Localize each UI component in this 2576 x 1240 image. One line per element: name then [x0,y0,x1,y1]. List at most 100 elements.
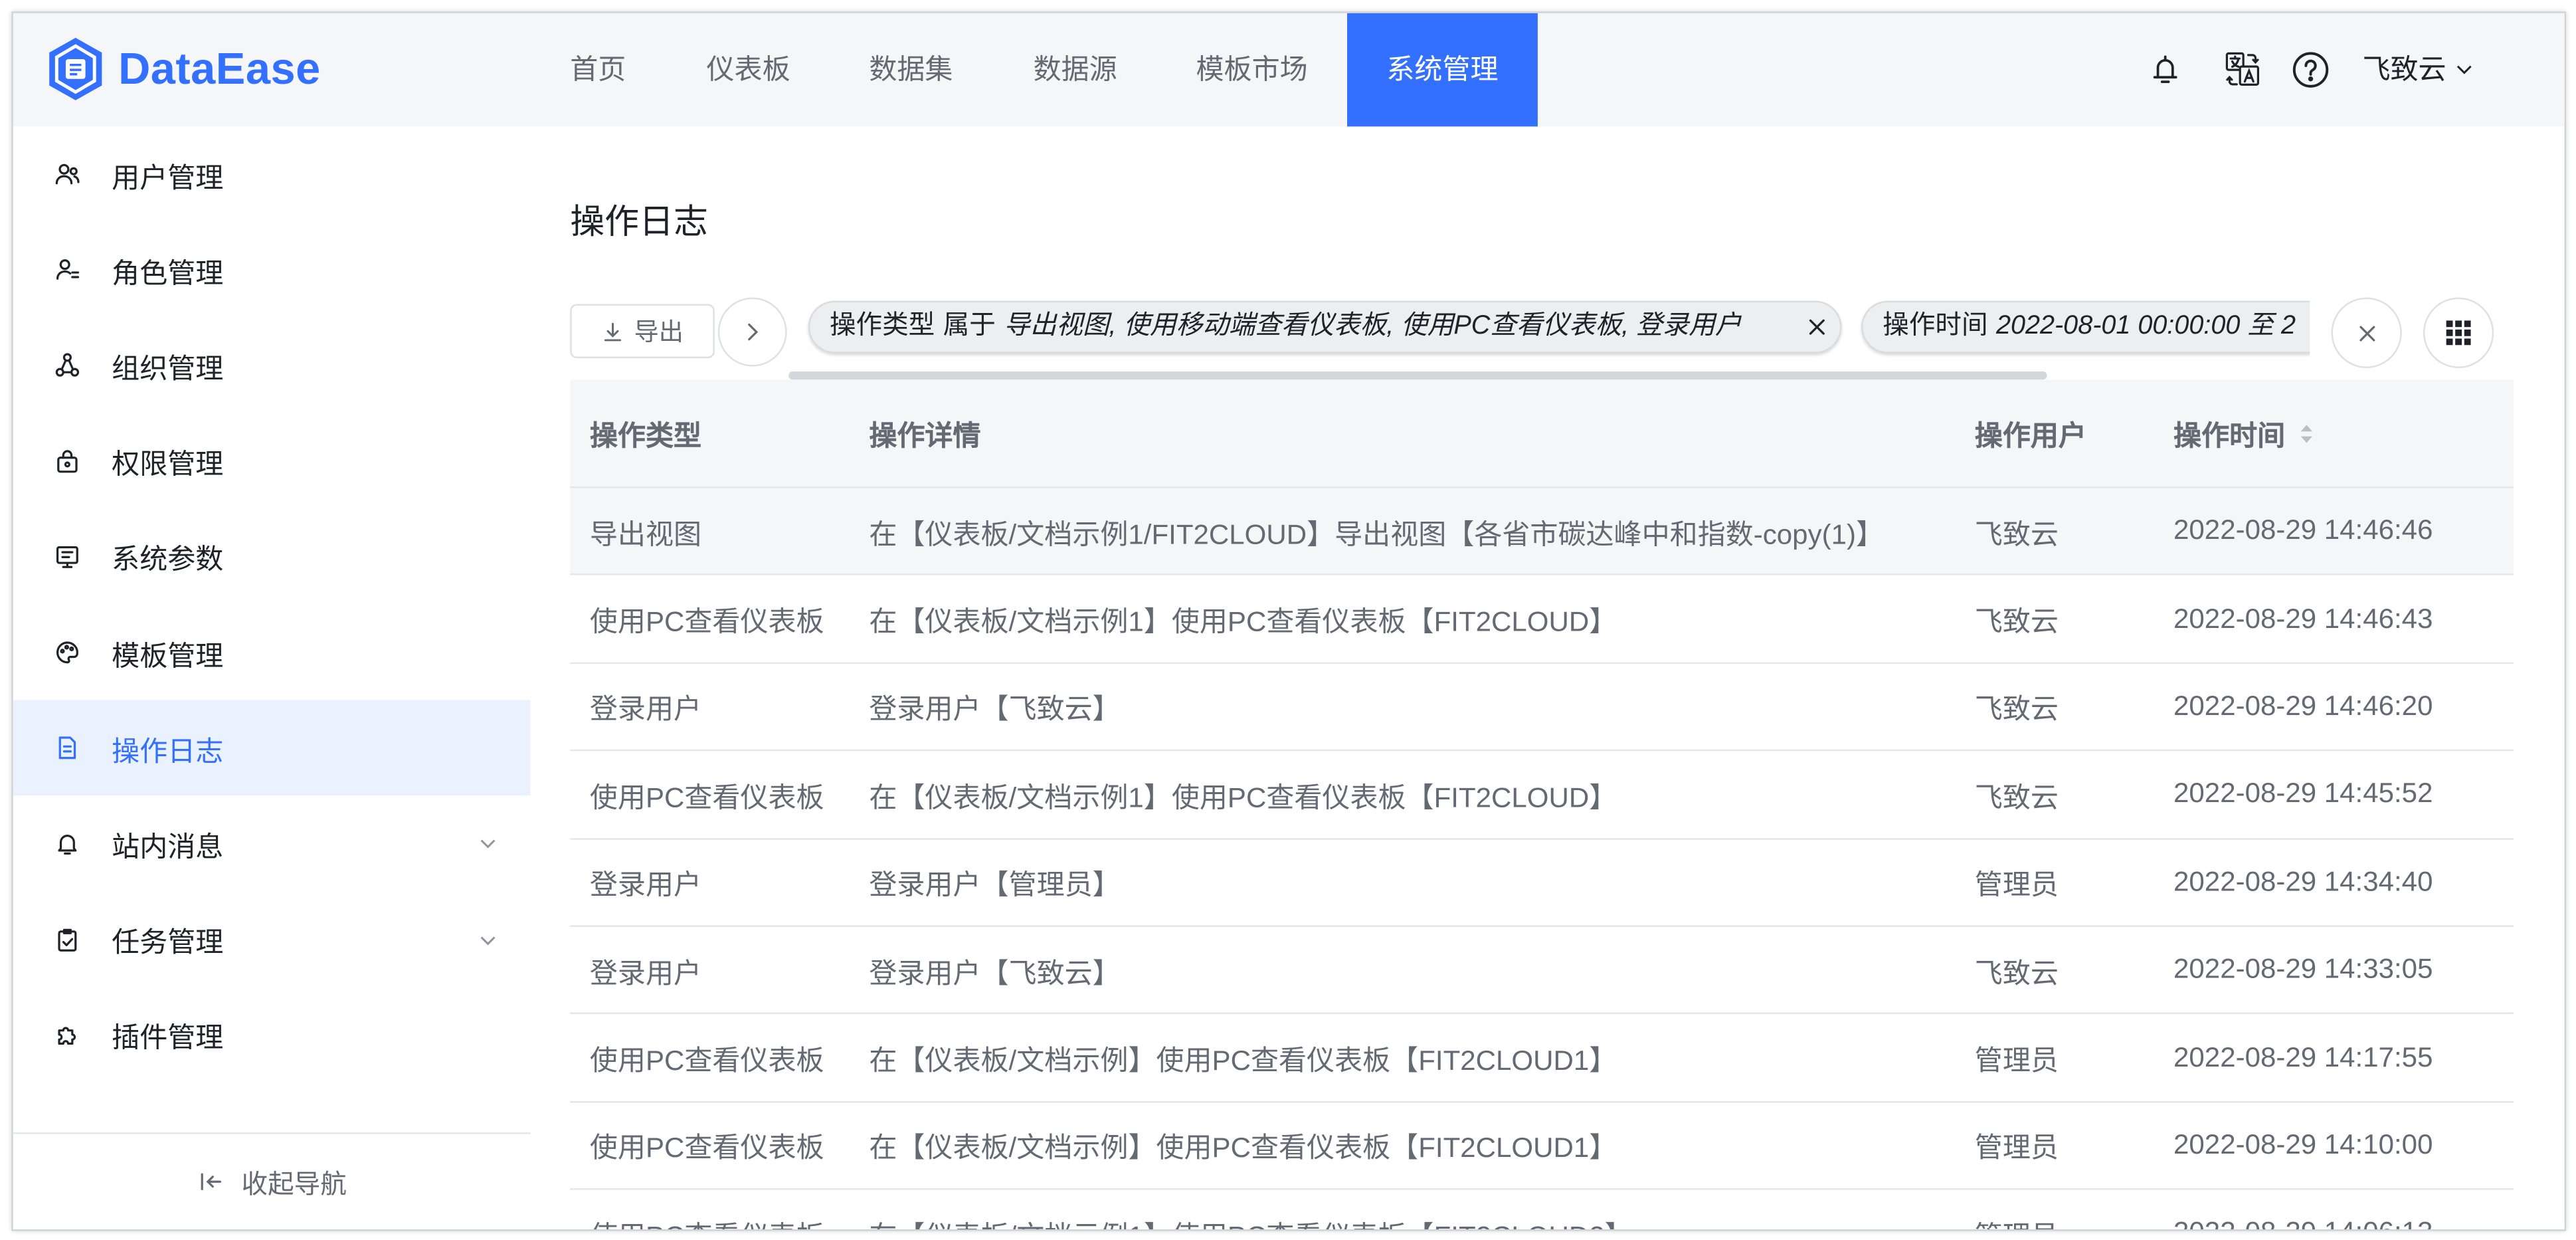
sidebar-item-plugin-management[interactable]: 插件管理 [13,987,531,1083]
sidebar-item-template-management[interactable]: 模板管理 [13,605,531,700]
column-header-user: 操作用户 [1974,421,2086,453]
cell-user: 管理员 [1974,1045,2059,1077]
table-row[interactable]: 导出视图 在【仪表板/文档示例1/FIT2CLOUD】导出视图【各省市碳达峰中和… [570,488,2514,576]
permission-icon-graphic [57,449,78,472]
sidebar-item-task-management[interactable]: 任务管理 [13,892,531,987]
sidebar-item-operation-log[interactable]: 操作日志 [13,700,531,796]
sidebar-item-permission-management[interactable]: 权限管理 [13,413,531,509]
table-row[interactable]: 使用PC查看仪表板 在【仪表板/文档示例】使用PC查看仪表板【FIT2CLOUD… [570,1014,2514,1102]
cell-user: 管理员 [1974,869,2059,901]
column-header-time-label: 操作时间 [2173,421,2286,453]
sidebar-item-user-management[interactable]: 用户管理 [13,126,531,222]
export-button[interactable]: 导出 [570,304,715,359]
cell-type: 使用PC查看仪表板 [589,1045,824,1077]
filter-scrollbar[interactable] [788,371,2047,380]
sidebar-item-label: 插件管理 [112,1023,224,1055]
sidebar-item-label: 模板管理 [112,640,224,672]
filter-chips: 操作类型 属于 导出视图, 使用移动端查看仪表板, 使用PC查看仪表板, 登录用户 … [788,296,2310,381]
sidebar-item-messages[interactable]: 站内消息 [13,796,531,892]
notification-icon[interactable] [2149,52,2181,85]
sort-icon-graphic [2300,424,2313,443]
cell-time: 2022-08-29 14:06:13 [2154,1190,2514,1229]
help-icon[interactable] [2292,51,2330,89]
column-header-detail: 操作详情 [869,421,981,453]
users-icon-graphic [55,163,80,185]
sidebar-item-system-params[interactable]: 系统参数 [13,509,531,605]
translate-icon[interactable] [2225,51,2260,87]
filter-field: 操作类型 [829,312,935,340]
sidebar-item-org-management[interactable]: 组织管理 [13,318,531,413]
cell-detail: 登录用户【管理员】 [869,869,1121,901]
filter-field: 操作时间 [1883,312,1988,340]
column-header-time[interactable]: 操作时间 [2154,379,2514,486]
cell-detail: 在【仪表板/文档示例1/FIT2CLOUD】导出视图【各省市碳达峰中和指数-co… [869,518,1885,550]
role-icon [54,257,81,284]
filter-chip-operation-time[interactable]: 操作时间 2022-08-01 00:00:00 至 2 [1861,300,2310,354]
message-icon [54,831,81,857]
collapse-arrow-icon [197,1168,224,1195]
nav-item-home[interactable]: 首页 [570,13,626,127]
cell-user: 飞致云 [1974,694,2059,726]
cell-user: 飞致云 [1974,606,2059,638]
cell-user: 飞致云 [1974,957,2059,989]
table-row[interactable]: 使用PC查看仪表板 在【仪表板/文档示例1】使用PC查看仪表板【FIT2CLOU… [570,575,2514,664]
task-icon [54,926,81,953]
cell-time: 2022-08-29 14:10:00 [2173,1128,2433,1160]
org-icon-graphic [55,354,80,377]
cell-detail: 登录用户【飞致云】 [869,957,1121,989]
close-icon [2359,325,2375,341]
notification-icon-graphic [2153,55,2177,84]
log-icon [54,735,81,762]
sidebar-item-label: 操作日志 [112,736,224,768]
main-content: 操作日志 导出 操作类型 属于 导出视图, 使用移动端查看仪表板, 使用PC查看仪表… [530,126,2565,1229]
sidebar: 用户管理 角色管理 组织管理 权限管理 系统参数 模板管理 操作日志 站内消息 … [13,126,531,1229]
nav-item-system-management[interactable]: 系统管理 [1347,13,1538,127]
sidebar-item-label: 角色管理 [112,257,224,289]
cell-user: 管理员 [1955,1190,2154,1229]
operation-log-table: 操作类型 操作详情 操作用户 操作时间 导出视图 在【仪表板/文档示例1/FIT… [570,379,2514,1229]
dataease-logo-icon [46,36,105,102]
cell-type: 登录用户 [589,869,702,901]
nav-item-template-market[interactable]: 模板市场 [1196,13,1307,127]
cell-detail: 在【仪表板/文档示例1】使用PC查看仪表板【FIT2CLOUD】 [869,606,1617,638]
system-params-icon [54,544,81,570]
download-icon [601,320,624,343]
message-icon-graphic [58,835,77,856]
nav-item-dataset[interactable]: 数据集 [869,13,953,127]
nav-item-datasource[interactable]: 数据源 [1034,13,1117,127]
collapse-nav-label: 收起导航 [241,1172,347,1200]
sort-icon[interactable] [2298,421,2315,445]
logo-text: DataEase [118,44,321,94]
table-row[interactable]: 登录用户 登录用户【飞致云】 飞致云 2022-08-29 14:33:05 [570,926,2514,1015]
users-icon [54,161,81,188]
cell-user: 飞致云 [1974,781,2059,813]
dataease-logo-graphic [49,37,102,100]
cell-user: 管理员 [1974,1133,2059,1165]
table-row[interactable]: 使用PC查看仪表板 在【仪表板/文档示例1】使用PC查看仪表板【FIT2CLOU… [570,1189,2514,1229]
filter-operator: 属于 [943,312,996,340]
chevron-down-icon[interactable] [478,834,498,854]
help-icon-graphic [2292,52,2329,88]
sidebar-item-label: 组织管理 [112,353,224,385]
table-row[interactable]: 登录用户 登录用户【飞致云】 飞致云 2022-08-29 14:46:20 [570,663,2514,752]
table-row[interactable]: 使用PC查看仪表板 在【仪表板/文档示例】使用PC查看仪表板【FIT2CLOUD… [570,1102,2514,1190]
column-settings-button[interactable] [2423,297,2494,368]
chevron-down-icon[interactable] [478,930,498,950]
download-icon-graphic [604,322,622,341]
clear-filters-button[interactable] [2331,297,2402,368]
filter-chip-operation-type[interactable]: 操作类型 属于 导出视图, 使用移动端查看仪表板, 使用PC查看仪表板, 登录用户 [808,300,1842,354]
logo[interactable]: DataEase [46,13,341,127]
table-row[interactable]: 使用PC查看仪表板 在【仪表板/文档示例1】使用PC查看仪表板【FIT2CLOU… [570,751,2514,839]
cell-detail: 在【仪表板/文档示例1】使用PC查看仪表板【FIT2CLOUD2】 [850,1190,1955,1229]
nav-item-dashboard[interactable]: 仪表板 [706,13,790,127]
user-menu[interactable]: 飞致云 [2362,13,2474,127]
cell-type: 导出视图 [589,518,702,550]
plugin-icon [54,1022,81,1049]
filter-scroll-right-button[interactable] [717,297,787,367]
table-row[interactable]: 登录用户 登录用户【管理员】 管理员 2022-08-29 14:34:40 [570,839,2514,927]
sidebar-item-role-management[interactable]: 角色管理 [13,222,531,318]
template-icon-graphic [56,641,78,664]
cell-time: 2022-08-29 14:46:20 [2173,690,2433,722]
collapse-nav-button[interactable]: 收起导航 [13,1134,531,1229]
close-icon[interactable] [1807,317,1827,337]
